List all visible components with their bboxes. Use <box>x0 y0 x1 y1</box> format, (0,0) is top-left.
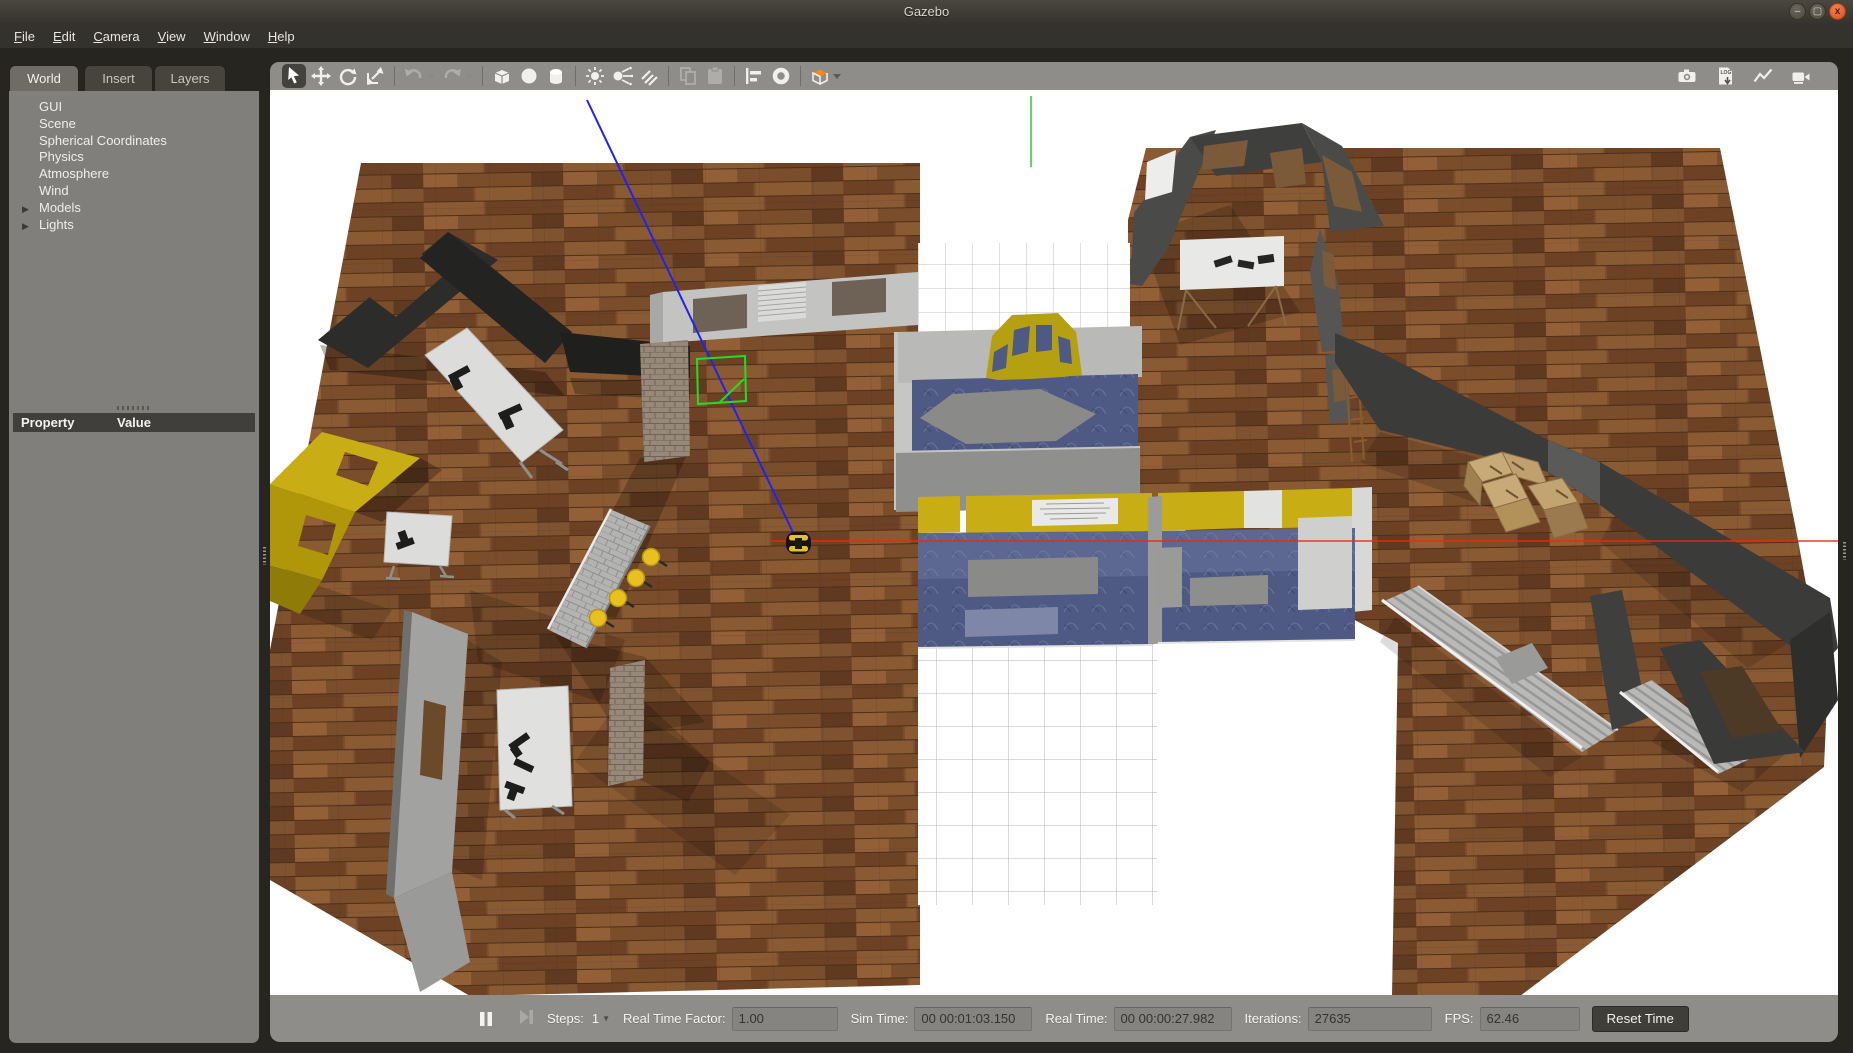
world-tree: GUISceneSpherical CoordinatesPhysicsAtmo… <box>9 99 259 233</box>
paste-button[interactable] <box>703 64 727 88</box>
reset-time-button[interactable]: Reset Time <box>1592 1006 1689 1032</box>
toolbar-separator <box>800 66 801 86</box>
tree-item-spherical-coordinates[interactable]: Spherical Coordinates <box>9 133 259 150</box>
real-time-value[interactable]: 00 00:00:27.982 <box>1114 1007 1232 1031</box>
tree-item-wind[interactable]: Wind <box>9 183 259 200</box>
insert-dirlight-button[interactable] <box>637 64 661 88</box>
menu-bar: FileEditCameraViewWindowHelp <box>0 25 1853 48</box>
insert-sphere-button[interactable] <box>517 64 541 88</box>
sim-time-label: Sim Time: <box>851 1011 909 1026</box>
robot[interactable] <box>786 532 811 554</box>
panel-splitter-handle[interactable] <box>117 406 151 410</box>
select-tool[interactable] <box>282 64 306 88</box>
iterations-label: Iterations: <box>1245 1011 1302 1026</box>
tree-item-lights[interactable]: ▶Lights <box>9 217 259 234</box>
expand-arrow-icon[interactable]: ▶ <box>22 218 29 235</box>
menu-file[interactable]: File <box>5 27 44 46</box>
toolbar-right: LOG <box>1675 64 1838 88</box>
toolbar-separator <box>734 66 735 86</box>
toolbar-left <box>282 64 846 88</box>
stone-pillar <box>640 340 690 462</box>
left-splitter-handle[interactable] <box>263 547 266 565</box>
real-time-factor-value[interactable]: 1.00 <box>732 1007 838 1031</box>
insert-box-button[interactable] <box>490 64 514 88</box>
toolbar-separator <box>575 66 576 86</box>
right-splitter-handle[interactable] <box>1843 542 1846 560</box>
view-angle-dropdown[interactable] <box>831 64 843 88</box>
insert-cylinder-button[interactable] <box>544 64 568 88</box>
tab-layers[interactable]: Layers <box>154 65 226 91</box>
real-time-factor-label: Real Time Factor: <box>623 1011 726 1026</box>
tab-insert[interactable]: Insert <box>84 65 153 91</box>
redo-button[interactable] <box>440 64 464 88</box>
wall-poster <box>1032 498 1118 526</box>
insert-pointlight-button[interactable] <box>583 64 607 88</box>
video-record-button[interactable] <box>1789 64 1813 88</box>
step-button[interactable] <box>518 1009 534 1028</box>
toolbar-separator <box>668 66 669 86</box>
world-panel: GUISceneSpherical CoordinatesPhysicsAtmo… <box>9 91 259 1043</box>
carpet-rooms <box>918 487 1372 648</box>
tree-item-atmosphere[interactable]: Atmosphere <box>9 166 259 183</box>
menu-edit[interactable]: Edit <box>44 27 84 46</box>
insert-spotlight-button[interactable] <box>610 64 634 88</box>
sim-time-value[interactable]: 00 00:01:03.150 <box>914 1007 1032 1031</box>
tree-item-models[interactable]: ▶Models <box>9 200 259 217</box>
tree-item-physics[interactable]: Physics <box>9 149 259 166</box>
plot-button[interactable] <box>1751 64 1775 88</box>
tree-item-scene[interactable]: Scene <box>9 116 259 133</box>
title-bar[interactable]: Gazebo –▢x <box>0 0 1853 26</box>
window-title: Gazebo <box>0 4 1853 19</box>
fps-label: FPS: <box>1445 1011 1474 1026</box>
toolbar-separator <box>394 66 395 86</box>
menu-window[interactable]: Window <box>195 27 259 46</box>
translate-tool[interactable] <box>309 64 333 88</box>
value-column-header: Value <box>117 413 151 432</box>
real-time-label: Real Time: <box>1045 1011 1107 1026</box>
fps-value[interactable]: 62.46 <box>1480 1007 1580 1031</box>
minimize-button[interactable]: – <box>1789 3 1806 20</box>
steps-value[interactable]: 1 <box>592 1011 599 1026</box>
snap-tool[interactable] <box>769 64 793 88</box>
property-table-header: Property Value <box>13 413 255 432</box>
menu-view[interactable]: View <box>149 27 195 46</box>
steps-dropdown-arrow[interactable]: ▼ <box>602 1014 610 1023</box>
close-button[interactable]: x <box>1829 3 1846 20</box>
window-controls: –▢x <box>1789 3 1846 20</box>
align-tool[interactable] <box>742 64 766 88</box>
iterations-value[interactable]: 27635 <box>1308 1007 1432 1031</box>
redo-history-dropdown[interactable] <box>463 64 475 88</box>
gazebo-window: Gazebo –▢x FileEditCameraViewWindowHelp … <box>0 0 1853 1053</box>
tab-world[interactable]: World <box>9 65 79 91</box>
undo-button[interactable] <box>402 64 426 88</box>
svg-text:LOG: LOG <box>1721 70 1732 76</box>
stone-panel <box>608 660 645 786</box>
maximize-button[interactable]: ▢ <box>1809 3 1826 20</box>
undo-history-dropdown[interactable] <box>425 64 437 88</box>
menu-camera[interactable]: Camera <box>84 27 148 46</box>
copy-button[interactable] <box>676 64 700 88</box>
tree-item-gui[interactable]: GUI <box>9 99 259 116</box>
scale-tool[interactable] <box>363 64 387 88</box>
view-angle-button[interactable] <box>808 64 832 88</box>
log-record-button[interactable]: LOG <box>1713 64 1737 88</box>
table-markers-3 <box>497 686 572 818</box>
pause-button[interactable] <box>478 1011 494 1027</box>
status-bar: Steps: 1 ▼ Real Time Factor: 1.00 Sim Time… <box>270 995 1838 1042</box>
toolbar-separator <box>482 66 483 86</box>
expand-arrow-icon[interactable]: ▶ <box>22 201 29 218</box>
steps-label: Steps: <box>547 1011 584 1026</box>
toolbar: LOG <box>270 62 1838 90</box>
rotate-tool[interactable] <box>336 64 360 88</box>
tent-table <box>1180 236 1284 290</box>
property-column-header: Property <box>21 413 74 432</box>
screenshot-button[interactable] <box>1675 64 1699 88</box>
menu-help[interactable]: Help <box>259 27 304 46</box>
3d-viewport[interactable] <box>270 90 1838 995</box>
